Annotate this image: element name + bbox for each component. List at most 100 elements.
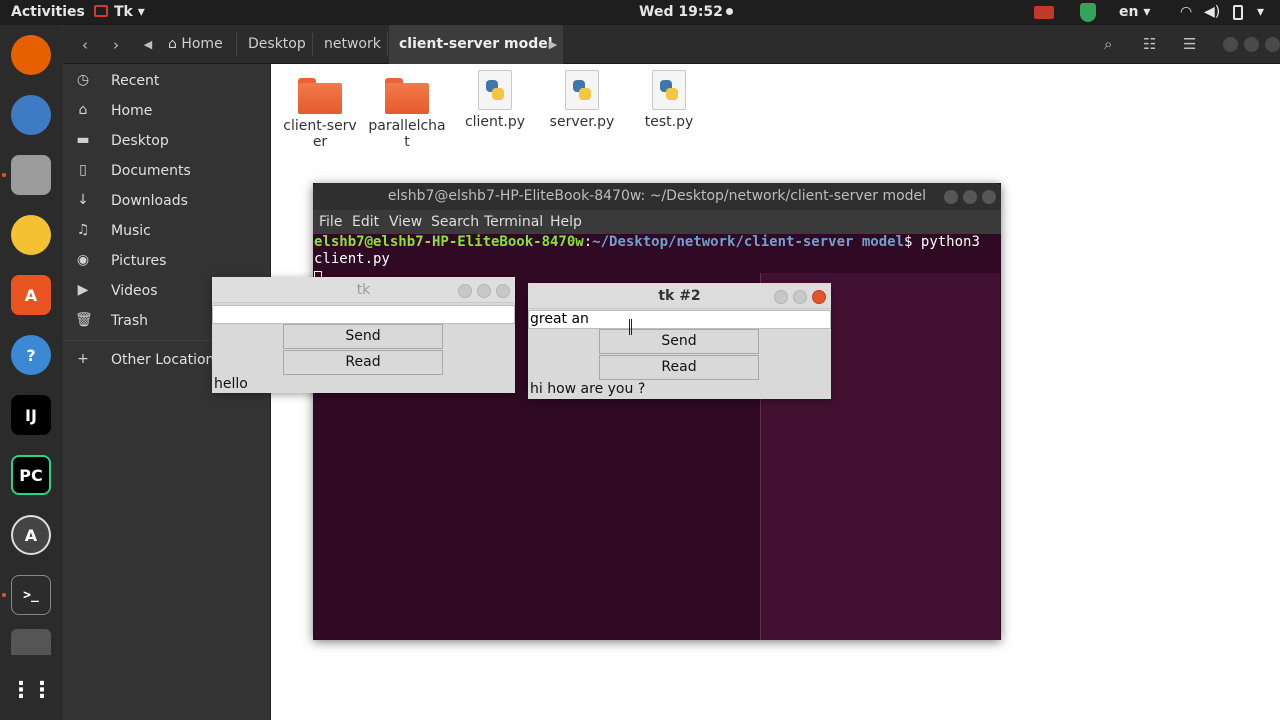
chevron-down-icon: ▾: [1143, 4, 1151, 20]
firefox-icon[interactable]: [11, 35, 51, 75]
tk-app-icon: [94, 5, 108, 17]
file-item-python[interactable]: client.py: [455, 70, 535, 130]
clock[interactable]: Wed 19:52: [639, 4, 733, 20]
sidebar-item-label: Downloads: [111, 193, 188, 209]
breadcrumb-desktop[interactable]: Desktop: [248, 25, 306, 64]
sidebar-item-label: Other Locations: [111, 352, 222, 368]
close-icon[interactable]: [496, 284, 510, 298]
terminal-icon[interactable]: >_: [11, 575, 51, 615]
menu-file[interactable]: File: [319, 214, 342, 230]
show-applications-icon[interactable]: ⋮⋮: [10, 670, 53, 710]
sidebar-item-label: Documents: [111, 163, 191, 179]
sidebar-item-label: Trash: [111, 313, 148, 329]
message-input[interactable]: [212, 305, 515, 324]
maximize-icon[interactable]: [963, 190, 977, 204]
sidebar-item-pictures[interactable]: ◉ Pictures: [63, 246, 271, 276]
breadcrumb-network[interactable]: network: [324, 25, 381, 64]
terminal-window[interactable]: elshb7@elshb7-HP-EliteBook-8470w: ~/Desk…: [313, 183, 1001, 640]
intellij-icon[interactable]: IJ: [11, 395, 51, 435]
battery-icon[interactable]: [1233, 5, 1243, 20]
breadcrumb-left-icon[interactable]: ◀: [143, 32, 153, 58]
app-menu-label: Tk: [114, 4, 133, 20]
close-icon[interactable]: [1265, 37, 1280, 52]
sidebar-item-label: Home: [111, 103, 153, 119]
breadcrumb-current[interactable]: client-server model: [389, 25, 563, 64]
files-icon[interactable]: [11, 155, 51, 195]
file-item-folder[interactable]: client-server: [280, 70, 360, 150]
python-file-icon: [478, 70, 512, 110]
pycharm-icon[interactable]: PC: [11, 455, 51, 495]
sidebar-item-label: Videos: [111, 283, 158, 299]
hamburger-menu-icon[interactable]: ☰: [1183, 35, 1196, 53]
volume-icon[interactable]: ◀): [1204, 4, 1220, 20]
sidebar-item-home[interactable]: ⌂ Home: [63, 96, 271, 126]
maximize-icon[interactable]: [477, 284, 491, 298]
sidebar-item-downloads[interactable]: ↓ Downloads: [63, 186, 271, 216]
forward-arrow-icon[interactable]: ›: [108, 32, 124, 58]
help-icon[interactable]: ?: [11, 335, 51, 375]
search-icon[interactable]: ⌕: [1104, 35, 1112, 53]
send-button[interactable]: Send: [599, 329, 759, 354]
file-item-python[interactable]: server.py: [542, 70, 622, 130]
tk-window-1[interactable]: tk Send Read hello: [212, 277, 515, 393]
minimize-icon[interactable]: [944, 190, 958, 204]
menu-terminal[interactable]: Terminal: [484, 214, 543, 230]
back-arrow-icon[interactable]: ‹: [77, 32, 93, 58]
minimize-icon[interactable]: [1223, 37, 1238, 52]
file-name: test.py: [644, 114, 694, 130]
sidebar-item-desktop[interactable]: ▬ Desktop: [63, 126, 271, 156]
app-menu[interactable]: Tk ▾: [94, 4, 145, 20]
menu-view[interactable]: View: [389, 214, 422, 230]
thunderbird-icon[interactable]: [11, 95, 51, 135]
file-item-folder[interactable]: parallelchat: [367, 70, 447, 150]
maximize-icon[interactable]: [793, 290, 807, 304]
activities-button[interactable]: Activities: [11, 4, 85, 20]
maximize-icon[interactable]: [1244, 37, 1259, 52]
close-icon[interactable]: [812, 290, 826, 304]
breadcrumb-divider: [387, 33, 388, 56]
screen-record-icon[interactable]: [1034, 6, 1054, 19]
read-button[interactable]: Read: [283, 350, 443, 375]
view-options-icon[interactable]: ☷: [1143, 35, 1156, 53]
breadcrumb-label: Home: [181, 36, 223, 52]
file-name: parallelchat: [368, 118, 446, 150]
message-input[interactable]: great an: [528, 310, 831, 329]
clock-label: Wed 19:52: [639, 4, 723, 20]
menu-help[interactable]: Help: [550, 214, 582, 230]
dock: A ? IJ PC A >_ ⋮⋮: [0, 25, 63, 720]
close-icon[interactable]: [982, 190, 996, 204]
menu-edit[interactable]: Edit: [352, 214, 379, 230]
tk-window-2[interactable]: tk #2 great an Send Read hi how are you …: [528, 283, 831, 399]
sidebar-item-music[interactable]: ♫ Music: [63, 216, 271, 246]
software-icon[interactable]: A: [11, 275, 51, 315]
prompt-user: elshb7@elshb7-HP-EliteBook-8470w: [314, 234, 584, 250]
clock-icon: ◷: [76, 72, 90, 88]
shield-icon[interactable]: [1080, 3, 1096, 22]
system-menu-chevron-icon[interactable]: ▾: [1257, 4, 1264, 20]
language-menu[interactable]: en ▾: [1119, 4, 1150, 20]
breadcrumb-right-icon[interactable]: ▶: [548, 32, 558, 58]
file-manager-header: ‹ › ◀ ⌂ Home Desktop network client-serv…: [63, 25, 1280, 64]
sidebar-item-documents[interactable]: ▯ Documents: [63, 156, 271, 186]
breadcrumb-home[interactable]: ⌂ Home: [168, 25, 223, 64]
software-updater-icon[interactable]: A: [11, 515, 51, 555]
sidebar-item-recent[interactable]: ◷ Recent: [63, 66, 271, 96]
menu-search[interactable]: Search: [431, 214, 479, 230]
file-item-python[interactable]: test.py: [629, 70, 709, 130]
minimize-icon[interactable]: [774, 290, 788, 304]
file-name: client-server: [283, 118, 357, 150]
folder-icon: [298, 78, 342, 114]
tk-dock-icon[interactable]: [11, 629, 51, 655]
breadcrumb-divider: [312, 33, 313, 56]
minimize-icon[interactable]: [458, 284, 472, 298]
read-button[interactable]: Read: [599, 355, 759, 380]
text-cursor-icon: [629, 319, 632, 335]
send-button[interactable]: Send: [283, 324, 443, 349]
rhythmbox-icon[interactable]: [11, 215, 51, 255]
wifi-icon[interactable]: ◠: [1180, 4, 1192, 20]
sidebar-item-label: Pictures: [111, 253, 167, 269]
terminal-line: elshb7@elshb7-HP-EliteBook-8470w:~/Deskt…: [314, 234, 1001, 251]
terminal-line: client.py: [314, 251, 390, 267]
top-bar: Activities Tk ▾ Wed 19:52 en ▾ ◠ ◀) ▾: [0, 0, 1280, 25]
received-message: hello: [214, 376, 248, 392]
